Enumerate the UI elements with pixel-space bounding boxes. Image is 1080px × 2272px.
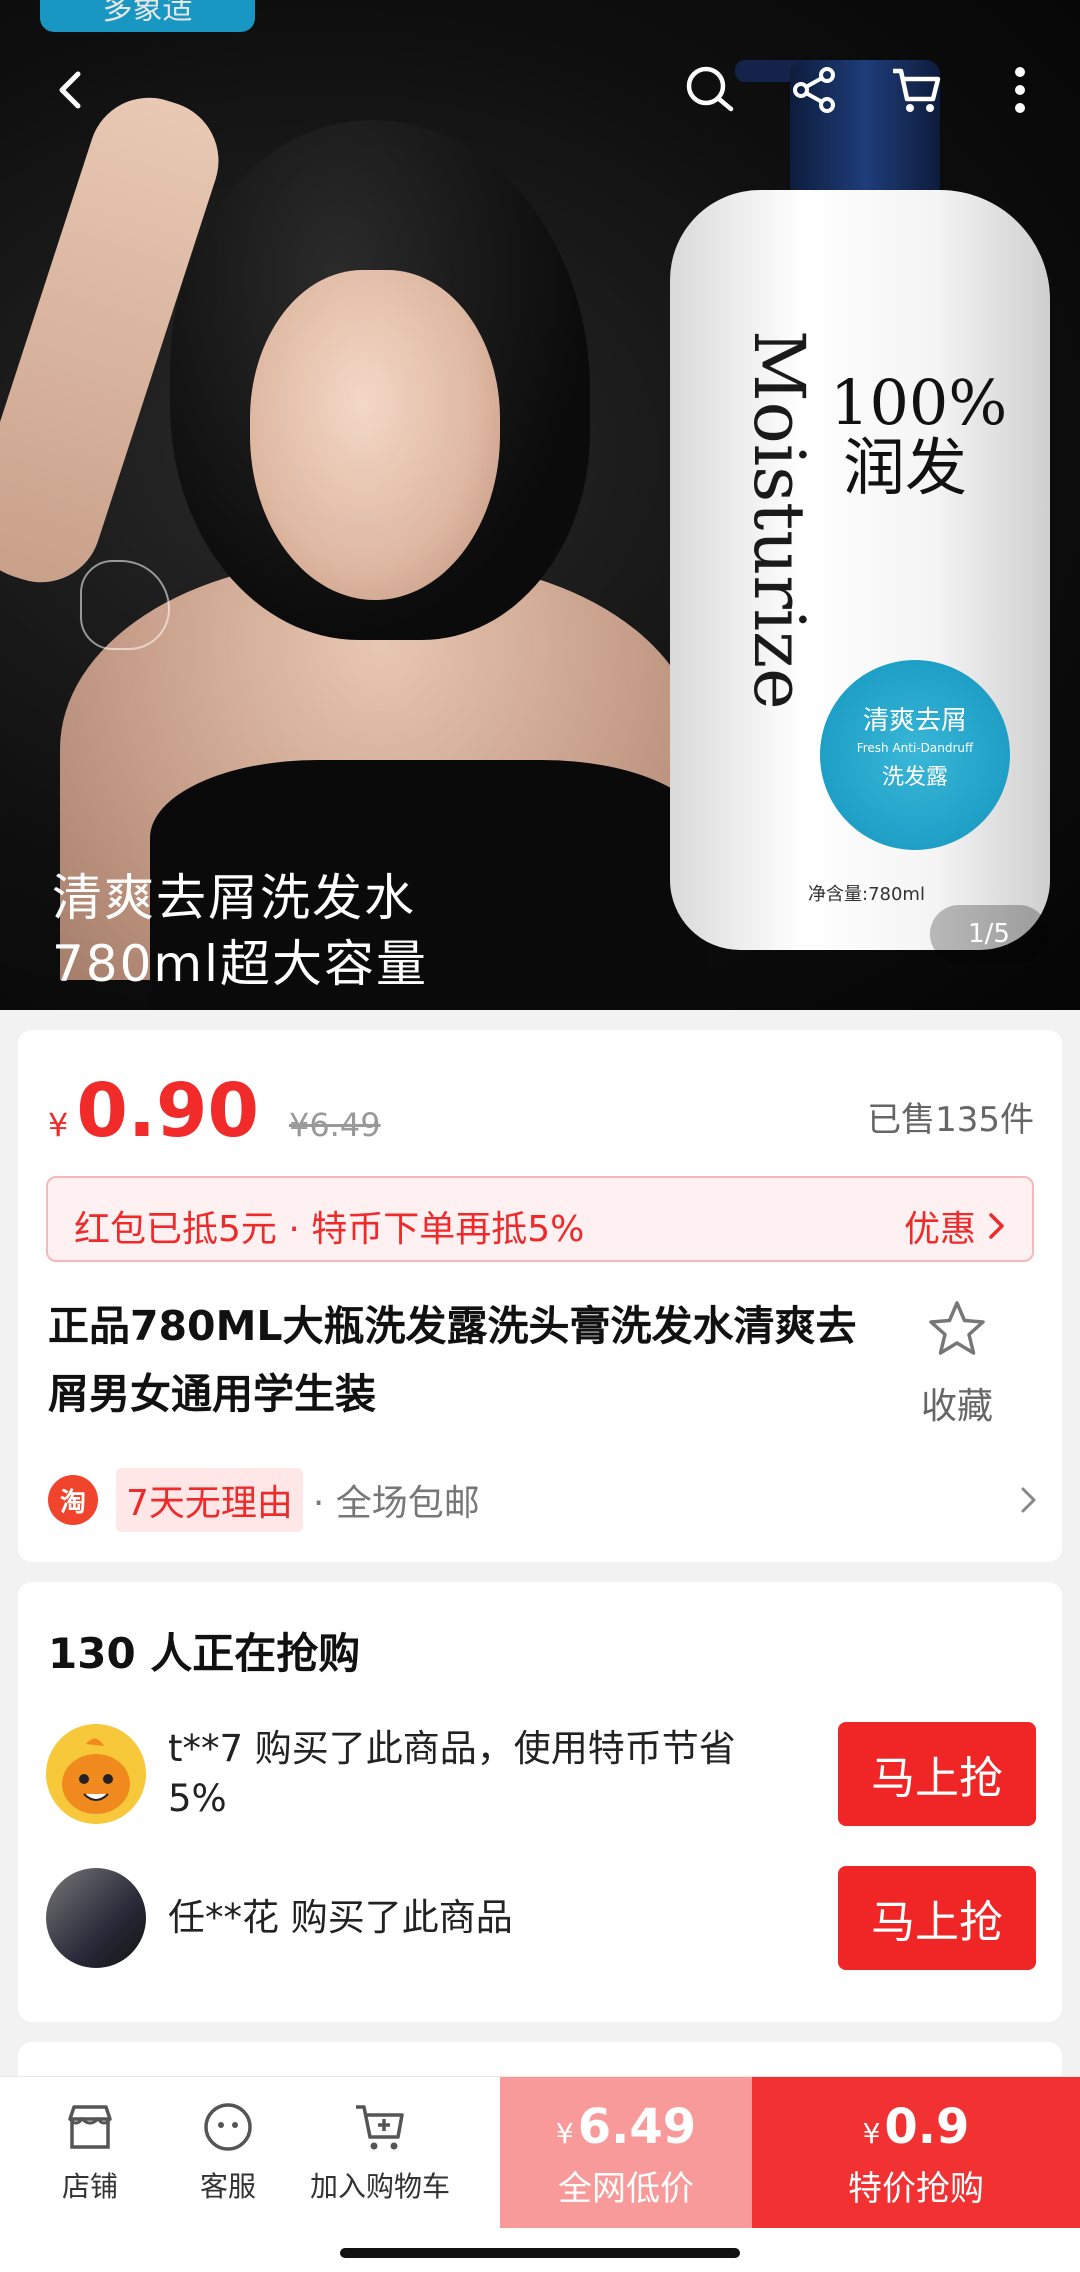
lowest-price-currency: ¥ (555, 2117, 574, 2150)
hero-caption-line2: 780ml超大容量 (52, 935, 429, 993)
buyer-row: 任**花 购买了此商品 马上抢 (46, 1866, 1036, 1970)
product-image-carousel[interactable]: 多象适 Moisturize 100%润发 清爽去屑 Fresh Anti-Da… (0, 0, 1080, 1010)
more-button[interactable] (980, 50, 1060, 130)
free-shipping-text: · 全场包邮 (312, 1483, 480, 1524)
shampoo-bottle (670, 190, 1050, 950)
customer-service-tab[interactable]: 客服 (168, 2099, 288, 2205)
favorite-button[interactable]: 收藏 (902, 1298, 1012, 1429)
customer-service-label: 客服 (199, 2170, 256, 2203)
grab-now-button[interactable]: 马上抢 (838, 1722, 1036, 1826)
search-button[interactable] (670, 50, 750, 130)
bottle-label: 100%润发 (830, 366, 1008, 505)
chat-icon (204, 2103, 252, 2151)
bottle-badge-title: 清爽去屑 (862, 706, 967, 736)
chevron-right-icon (1021, 1487, 1036, 1513)
buyer-message: 任**花 购买了此商品 (168, 1896, 513, 1939)
lowest-price-button[interactable]: ¥6.49 全网低价 (500, 2077, 752, 2229)
product-detail-page: 多象适 Moisturize 100%润发 清爽去屑 Fresh Anti-Da… (0, 0, 1080, 2272)
price-currency: ¥ (48, 1106, 69, 1144)
home-indicator[interactable] (340, 2248, 740, 2258)
lowest-price-number: 6.49 (577, 2099, 697, 2155)
current-price: 0.90 (76, 1068, 259, 1154)
add-to-cart-tab[interactable]: 加入购物车 (300, 2099, 460, 2205)
lowest-price-value: ¥6.49 (500, 2099, 752, 2155)
back-icon (59, 71, 81, 109)
avatar (46, 1724, 146, 1824)
star-icon (929, 1301, 985, 1355)
coupon-more-link[interactable]: 优惠 (904, 1200, 1006, 1252)
add-cart-icon (356, 2105, 404, 2150)
coupon-more-label: 优惠 (903, 1209, 976, 1250)
favorite-label: 收藏 (920, 1386, 993, 1427)
bottle-badge-sub: 洗发露 (881, 765, 948, 790)
search-icon (686, 66, 734, 112)
special-price-value: ¥0.9 (752, 2099, 1080, 2155)
hero-caption-line1: 清爽去屑洗发水 (52, 869, 416, 927)
bottle-badge-en: Fresh Anti-Dandruff (856, 741, 974, 755)
product-info-card: ¥ 0.90 ¥6.49 已售135件 红包已抵5元 · 特币下单再抵5% 优惠… (18, 1030, 1062, 1562)
cart-icon (893, 68, 941, 112)
back-button[interactable] (32, 50, 112, 130)
chevron-right-icon (989, 1213, 1004, 1239)
model-face-shape (250, 270, 500, 600)
special-price-currency: ¥ (862, 2117, 881, 2150)
share-icon (793, 67, 835, 113)
special-buy-button[interactable]: ¥0.9 特价抢购 (752, 2077, 1080, 2229)
sold-count: 已售135件 (867, 1100, 1034, 1140)
more-icon (1015, 67, 1025, 113)
buyers-count-title: 130 人正在抢购 (48, 1629, 361, 1678)
bottle-badge: 清爽去屑 Fresh Anti-Dandruff 洗发露 (820, 660, 1010, 850)
avatar (46, 1868, 146, 1968)
brand-tag: 多象适 (40, 0, 255, 32)
grab-now-button[interactable]: 马上抢 (838, 1866, 1036, 1970)
signature-mark (80, 560, 170, 650)
buyer-message: t**7 购买了此商品，使用特币节省5% (168, 1727, 736, 1820)
coupon-text: 红包已抵5元 · 特币下单再抵5% (74, 1209, 585, 1250)
service-row[interactable]: 淘 7天无理由 · 全场包邮 (48, 1468, 1038, 1532)
lowest-price-label: 全网低价 (558, 2169, 694, 2209)
bottle-script-text: Moisturize (738, 330, 820, 710)
store-tab-label: 店铺 (61, 2170, 118, 2203)
bottle-volume: 净含量:780ml (808, 884, 925, 905)
original-price: ¥6.49 (288, 1106, 381, 1144)
special-price-number: 0.9 (884, 2099, 970, 2155)
seven-day-return-tag: 7天无理由 (116, 1468, 303, 1532)
product-title: 正品780ML大瓶洗发露洗头膏洗发水清爽去屑男女通用学生装 (48, 1302, 857, 1418)
store-tab[interactable]: 店铺 (30, 2099, 150, 2205)
share-button[interactable] (774, 50, 854, 130)
bottom-action-bar: 店铺 客服 加入购物车 ¥6.49 全网低价 ¥0.9 特价抢购 (0, 2076, 1080, 2229)
coupon-banner[interactable]: 红包已抵5元 · 特币下单再抵5% 优惠 (46, 1176, 1034, 1262)
buyers-card: 130 人正在抢购 t**7 购买了此商品，使用特币节省5% 马上抢 任**花 … (18, 1582, 1062, 2022)
carousel-page-indicator: 1/5 (930, 905, 1048, 963)
add-to-cart-label: 加入购物车 (309, 2170, 450, 2203)
cartoon-avatar-icon (62, 1738, 130, 1814)
taobao-logo: 淘 (48, 1475, 98, 1525)
cart-button[interactable] (876, 50, 956, 130)
price-row: ¥ 0.90 ¥6.49 (48, 1068, 381, 1154)
special-buy-label: 特价抢购 (848, 2169, 984, 2209)
store-icon (68, 2105, 112, 2149)
buyer-row: t**7 购买了此商品，使用特币节省5% 马上抢 (46, 1722, 1036, 1826)
